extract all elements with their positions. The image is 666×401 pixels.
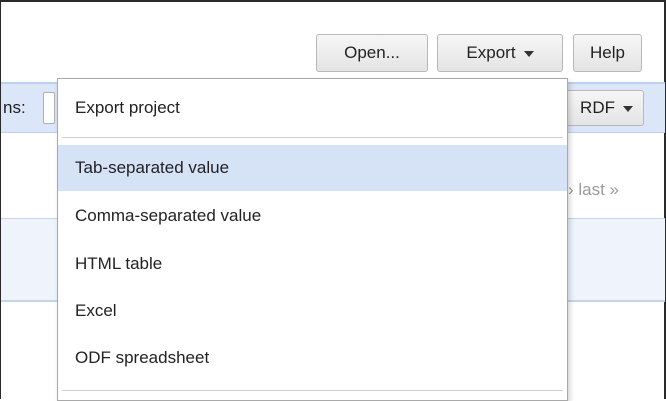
menu-separator	[62, 137, 563, 139]
menu-item-tab-separated-value[interactable]: Tab-separated value	[58, 145, 567, 191]
pager-last-link[interactable]: › last »	[568, 180, 619, 200]
menu-item-odf-spreadsheet[interactable]: ODF spreadsheet	[58, 335, 567, 381]
menu-item-excel[interactable]: Excel	[58, 288, 567, 334]
menu-item-html-table[interactable]: HTML table	[58, 241, 567, 287]
menu-separator	[62, 390, 563, 392]
export-button-label: Export	[466, 43, 516, 62]
rdf-button-label: RDF	[580, 98, 615, 117]
rdf-button[interactable]: RDF	[556, 90, 644, 126]
menu-item-comma-separated-value[interactable]: Comma-separated value	[58, 193, 567, 239]
chevron-down-icon	[523, 51, 534, 57]
chevron-down-icon	[623, 106, 633, 112]
export-menu: Export project Tab-separated value Comma…	[57, 78, 568, 401]
open-button-label: Open...	[344, 43, 400, 62]
help-button-label: Help	[590, 43, 625, 62]
help-button[interactable]: Help	[573, 34, 642, 72]
export-button[interactable]: Export	[437, 34, 563, 72]
band-label: ns:	[3, 98, 26, 117]
open-button[interactable]: Open...	[316, 34, 428, 72]
band-select-input[interactable]	[43, 92, 55, 124]
menu-heading-export-project: Export project	[75, 98, 180, 117]
app-window: Open... Export Help ns: RDF › last » Exp…	[0, 0, 666, 401]
